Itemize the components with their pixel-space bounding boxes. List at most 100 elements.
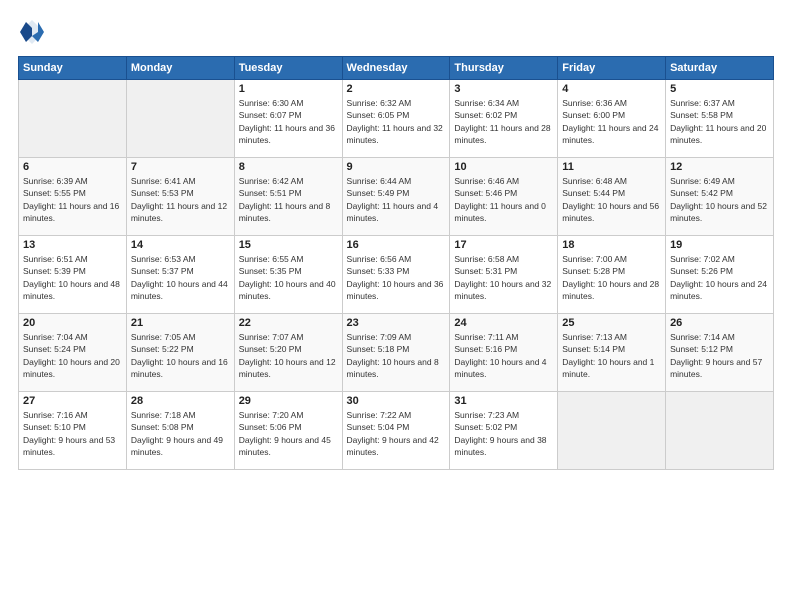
logo-icon [18, 18, 46, 46]
calendar-cell: 7 Sunrise: 6:41 AMSunset: 5:53 PMDaylight… [126, 158, 234, 236]
day-info: Sunrise: 7:22 AMSunset: 5:04 PMDaylight:… [347, 409, 446, 458]
day-info: Sunrise: 7:00 AMSunset: 5:28 PMDaylight:… [562, 253, 661, 302]
calendar-week-row: 20 Sunrise: 7:04 AMSunset: 5:24 PMDayligh… [19, 314, 774, 392]
day-number: 29 [239, 395, 338, 407]
weekday-header: Tuesday [234, 57, 342, 80]
day-number: 23 [347, 317, 446, 329]
day-number: 28 [131, 395, 230, 407]
day-number: 4 [562, 83, 661, 95]
calendar-cell: 19Sunrise: 7:02 AMSunset: 5:26 PMDayligh… [666, 236, 774, 314]
weekday-header: Friday [558, 57, 666, 80]
weekday-header: Thursday [450, 57, 558, 80]
calendar-week-row: 6 Sunrise: 6:39 AMSunset: 5:55 PMDaylight… [19, 158, 774, 236]
day-info: Sunrise: 6:44 AMSunset: 5:49 PMDaylight:… [347, 175, 446, 224]
day-info: Sunrise: 6:51 AMSunset: 5:39 PMDaylight:… [23, 253, 122, 302]
day-number: 7 [131, 161, 230, 173]
calendar-cell: 5 Sunrise: 6:37 AMSunset: 5:58 PMDaylight… [666, 80, 774, 158]
calendar-page: SundayMondayTuesdayWednesdayThursdayFrid… [0, 0, 792, 612]
day-info: Sunrise: 6:48 AMSunset: 5:44 PMDaylight:… [562, 175, 661, 224]
weekday-header-row: SundayMondayTuesdayWednesdayThursdayFrid… [19, 57, 774, 80]
day-info: Sunrise: 6:56 AMSunset: 5:33 PMDaylight:… [347, 253, 446, 302]
weekday-header: Wednesday [342, 57, 450, 80]
calendar-cell: 21 Sunrise: 7:05 AMSunset: 5:22 PMDayligh… [126, 314, 234, 392]
day-info: Sunrise: 7:07 AMSunset: 5:20 PMDaylight:… [239, 331, 338, 380]
calendar-table: SundayMondayTuesdayWednesdayThursdayFrid… [18, 56, 774, 470]
day-info: Sunrise: 7:02 AMSunset: 5:26 PMDaylight:… [670, 253, 769, 302]
day-info: Sunrise: 6:42 AMSunset: 5:51 PMDaylight:… [239, 175, 338, 224]
day-number: 1 [239, 83, 338, 95]
logo [18, 18, 50, 46]
day-info: Sunrise: 7:16 AMSunset: 5:10 PMDaylight:… [23, 409, 122, 458]
header [18, 18, 774, 46]
day-info: Sunrise: 7:23 AMSunset: 5:02 PMDaylight:… [454, 409, 553, 458]
calendar-cell: 20 Sunrise: 7:04 AMSunset: 5:24 PMDayligh… [19, 314, 127, 392]
calendar-cell: 28 Sunrise: 7:18 AMSunset: 5:08 PMDayligh… [126, 392, 234, 470]
calendar-cell: 29 Sunrise: 7:20 AMSunset: 5:06 PMDayligh… [234, 392, 342, 470]
day-info: Sunrise: 6:30 AMSunset: 6:07 PMDaylight:… [239, 97, 338, 146]
day-number: 16 [347, 239, 446, 251]
day-info: Sunrise: 7:05 AMSunset: 5:22 PMDaylight:… [131, 331, 230, 380]
day-info: Sunrise: 7:13 AMSunset: 5:14 PMDaylight:… [562, 331, 661, 380]
calendar-cell: 23Sunrise: 7:09 AMSunset: 5:18 PMDayligh… [342, 314, 450, 392]
day-info: Sunrise: 6:32 AMSunset: 6:05 PMDaylight:… [347, 97, 446, 146]
calendar-cell: 2 Sunrise: 6:32 AMSunset: 6:05 PMDaylight… [342, 80, 450, 158]
day-info: Sunrise: 6:46 AMSunset: 5:46 PMDaylight:… [454, 175, 553, 224]
day-number: 30 [347, 395, 446, 407]
day-number: 12 [670, 161, 769, 173]
day-number: 8 [239, 161, 338, 173]
weekday-header: Saturday [666, 57, 774, 80]
calendar-cell: 10 Sunrise: 6:46 AMSunset: 5:46 PMDayligh… [450, 158, 558, 236]
calendar-cell: 3 Sunrise: 6:34 AMSunset: 6:02 PMDaylight… [450, 80, 558, 158]
day-number: 17 [454, 239, 553, 251]
calendar-cell: 6 Sunrise: 6:39 AMSunset: 5:55 PMDaylight… [19, 158, 127, 236]
day-number: 22 [239, 317, 338, 329]
day-number: 15 [239, 239, 338, 251]
calendar-cell [666, 392, 774, 470]
calendar-week-row: 13Sunrise: 6:51 AMSunset: 5:39 PMDayligh… [19, 236, 774, 314]
calendar-cell: 14Sunrise: 6:53 AMSunset: 5:37 PMDayligh… [126, 236, 234, 314]
day-info: Sunrise: 7:04 AMSunset: 5:24 PMDaylight:… [23, 331, 122, 380]
day-info: Sunrise: 6:49 AMSunset: 5:42 PMDaylight:… [670, 175, 769, 224]
day-info: Sunrise: 6:39 AMSunset: 5:55 PMDaylight:… [23, 175, 122, 224]
weekday-header: Monday [126, 57, 234, 80]
day-number: 2 [347, 83, 446, 95]
calendar-cell: 16 Sunrise: 6:56 AMSunset: 5:33 PMDayligh… [342, 236, 450, 314]
calendar-cell: 22 Sunrise: 7:07 AMSunset: 5:20 PMDayligh… [234, 314, 342, 392]
day-info: Sunrise: 7:20 AMSunset: 5:06 PMDaylight:… [239, 409, 338, 458]
day-number: 18 [562, 239, 661, 251]
calendar-cell: 31 Sunrise: 7:23 AMSunset: 5:02 PMDayligh… [450, 392, 558, 470]
calendar-cell: 25 Sunrise: 7:13 AMSunset: 5:14 PMDayligh… [558, 314, 666, 392]
day-number: 9 [347, 161, 446, 173]
day-number: 21 [131, 317, 230, 329]
day-number: 6 [23, 161, 122, 173]
day-info: Sunrise: 7:14 AMSunset: 5:12 PMDaylight:… [670, 331, 769, 380]
day-number: 26 [670, 317, 769, 329]
calendar-cell: 1 Sunrise: 6:30 AMSunset: 6:07 PMDaylight… [234, 80, 342, 158]
day-number: 10 [454, 161, 553, 173]
calendar-cell: 4Sunrise: 6:36 AMSunset: 6:00 PMDaylight… [558, 80, 666, 158]
day-number: 25 [562, 317, 661, 329]
calendar-cell [126, 80, 234, 158]
day-info: Sunrise: 6:41 AMSunset: 5:53 PMDaylight:… [131, 175, 230, 224]
day-number: 11 [562, 161, 661, 173]
calendar-cell: 8 Sunrise: 6:42 AMSunset: 5:51 PMDaylight… [234, 158, 342, 236]
calendar-cell: 27 Sunrise: 7:16 AMSunset: 5:10 PMDayligh… [19, 392, 127, 470]
day-info: Sunrise: 7:11 AMSunset: 5:16 PMDaylight:… [454, 331, 553, 380]
day-number: 5 [670, 83, 769, 95]
day-info: Sunrise: 6:34 AMSunset: 6:02 PMDaylight:… [454, 97, 553, 146]
day-number: 31 [454, 395, 553, 407]
weekday-header: Sunday [19, 57, 127, 80]
day-number: 20 [23, 317, 122, 329]
day-info: Sunrise: 6:58 AMSunset: 5:31 PMDaylight:… [454, 253, 553, 302]
calendar-cell: 9 Sunrise: 6:44 AMSunset: 5:49 PMDaylight… [342, 158, 450, 236]
day-info: Sunrise: 6:37 AMSunset: 5:58 PMDaylight:… [670, 97, 769, 146]
day-info: Sunrise: 7:18 AMSunset: 5:08 PMDaylight:… [131, 409, 230, 458]
calendar-cell: 26 Sunrise: 7:14 AMSunset: 5:12 PMDayligh… [666, 314, 774, 392]
calendar-cell: 30 Sunrise: 7:22 AMSunset: 5:04 PMDayligh… [342, 392, 450, 470]
day-number: 3 [454, 83, 553, 95]
calendar-cell: 13Sunrise: 6:51 AMSunset: 5:39 PMDayligh… [19, 236, 127, 314]
day-number: 24 [454, 317, 553, 329]
day-number: 27 [23, 395, 122, 407]
calendar-cell: 17 Sunrise: 6:58 AMSunset: 5:31 PMDayligh… [450, 236, 558, 314]
calendar-week-row: 27 Sunrise: 7:16 AMSunset: 5:10 PMDayligh… [19, 392, 774, 470]
